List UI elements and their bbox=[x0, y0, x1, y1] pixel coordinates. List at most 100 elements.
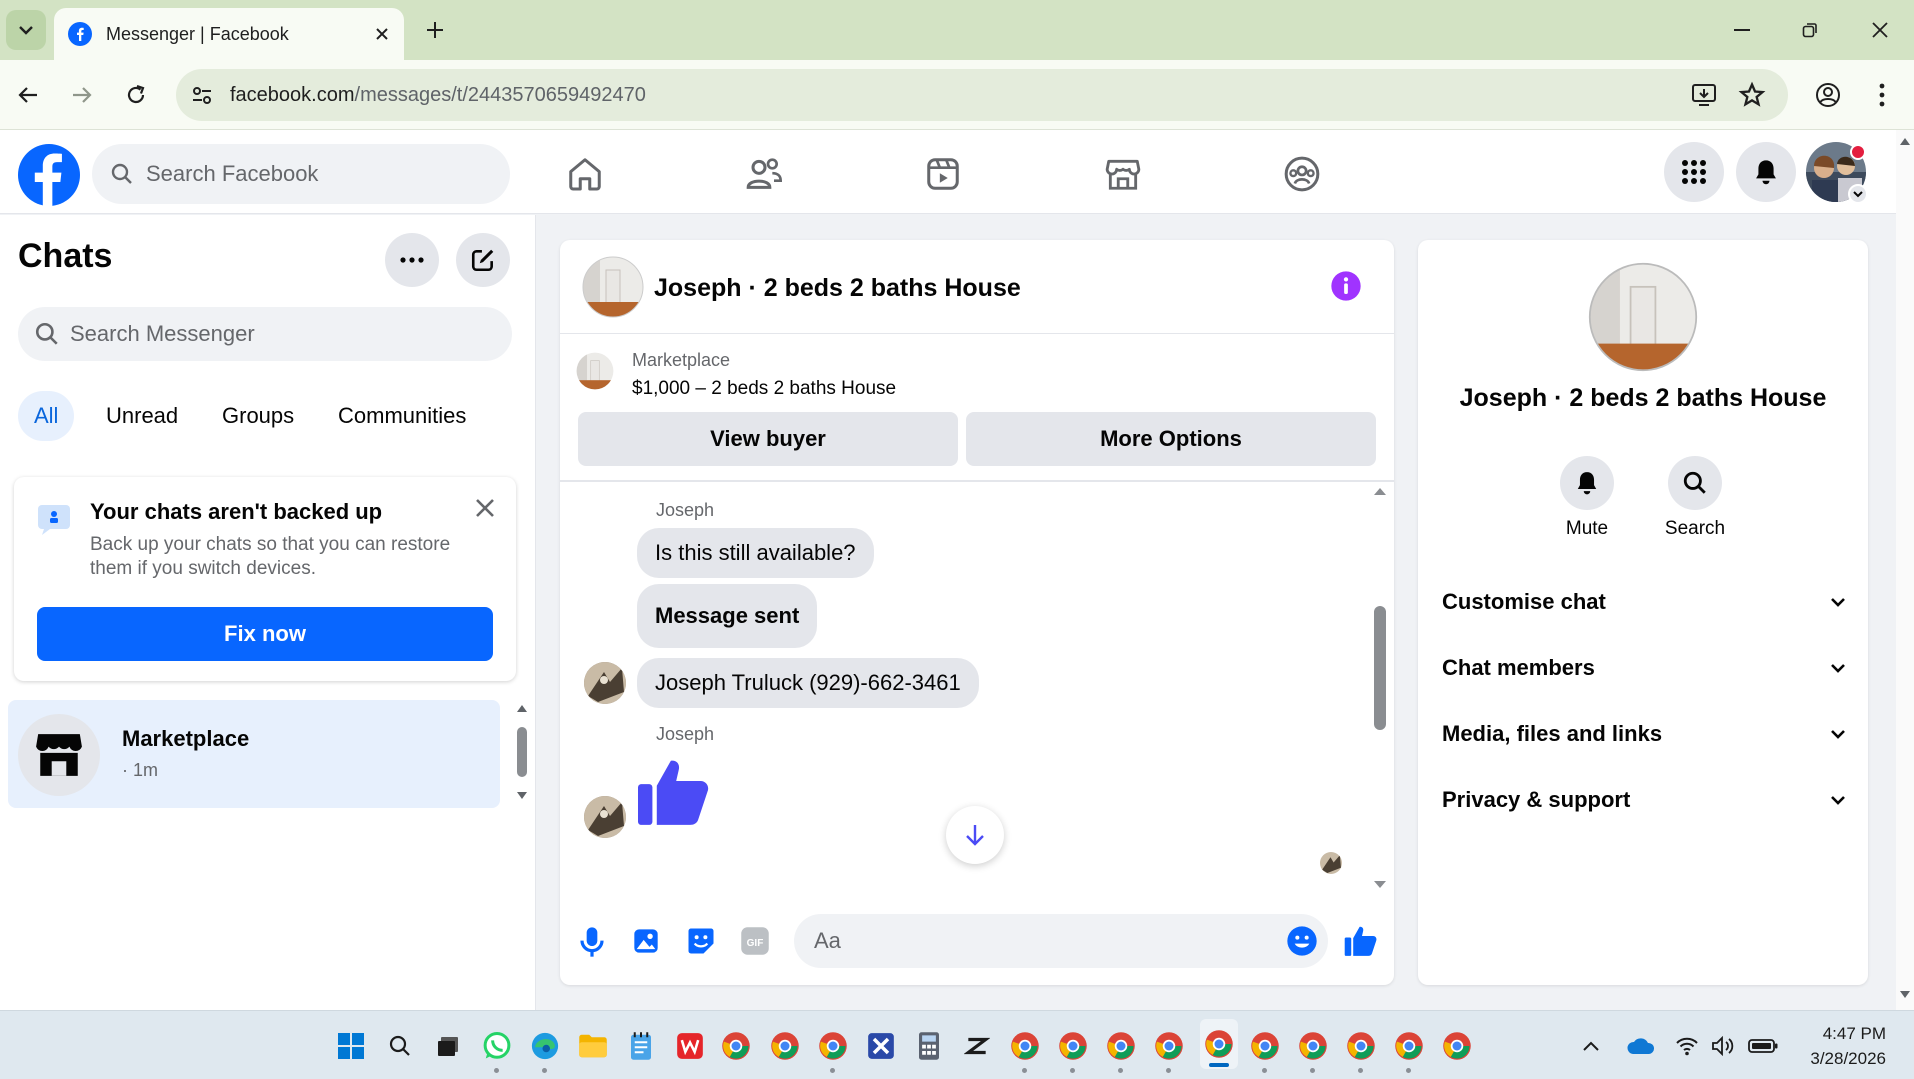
forward-button[interactable] bbox=[64, 77, 100, 113]
message-bubble[interactable]: Joseph Truluck (929)-662-3461 bbox=[637, 658, 979, 708]
taskbar-calculator[interactable] bbox=[912, 1029, 946, 1063]
page-scroll-up-icon[interactable] bbox=[1899, 136, 1911, 146]
wifi-tray[interactable] bbox=[1670, 1029, 1704, 1063]
chat-members-section[interactable]: Chat members bbox=[1442, 640, 1846, 696]
search-conversation-button[interactable] bbox=[1668, 456, 1722, 510]
onedrive-tray[interactable] bbox=[1624, 1029, 1658, 1063]
close-window-button[interactable] bbox=[1852, 12, 1908, 48]
task-view[interactable] bbox=[431, 1029, 465, 1063]
taskbar-chrome-8[interactable] bbox=[1248, 1029, 1282, 1073]
filter-unread[interactable]: Unread bbox=[90, 391, 194, 441]
sidebar-scroll-up-icon[interactable] bbox=[516, 703, 528, 713]
chats-options-button[interactable] bbox=[385, 233, 439, 287]
taskbar-edge[interactable] bbox=[528, 1029, 562, 1073]
bookmark-star-icon[interactable] bbox=[1738, 81, 1766, 109]
message-bubble[interactable]: Message sent bbox=[637, 584, 818, 648]
messenger-search-input[interactable]: Search Messenger bbox=[18, 307, 512, 361]
emoji-button[interactable] bbox=[1286, 925, 1318, 957]
details-avatar[interactable] bbox=[1588, 262, 1698, 372]
filter-groups[interactable]: Groups bbox=[206, 391, 310, 441]
sidebar-scroll-down-icon[interactable] bbox=[516, 791, 528, 801]
gif-button[interactable]: GIF bbox=[740, 926, 770, 956]
nav-video[interactable] bbox=[915, 146, 971, 202]
battery-tray[interactable] bbox=[1746, 1029, 1780, 1063]
more-options-button[interactable]: More Options bbox=[966, 412, 1376, 466]
messages-scroll-up-icon[interactable] bbox=[1373, 486, 1387, 496]
dismiss-backup-button[interactable] bbox=[474, 497, 496, 519]
taskbar-chrome-active[interactable] bbox=[1200, 1019, 1238, 1069]
fix-now-button[interactable]: Fix now bbox=[37, 607, 493, 661]
page-scrollbar[interactable] bbox=[1896, 130, 1914, 1010]
media-files-links-section[interactable]: Media, files and links bbox=[1442, 706, 1846, 762]
sticker-button[interactable] bbox=[686, 926, 716, 956]
messages-scrollbar-thumb[interactable] bbox=[1374, 606, 1386, 730]
account-avatar[interactable] bbox=[1806, 142, 1868, 204]
taskbar-chrome-7[interactable] bbox=[1152, 1029, 1186, 1073]
back-button[interactable] bbox=[10, 77, 46, 113]
mute-action[interactable]: Mute bbox=[1542, 456, 1632, 540]
taskbar-chrome-6[interactable] bbox=[1104, 1029, 1138, 1073]
system-clock[interactable]: 4:47 PM 3/28/2026 bbox=[1810, 1021, 1886, 1071]
show-hidden-icons-button[interactable] bbox=[1574, 1029, 1608, 1063]
start-button[interactable] bbox=[334, 1029, 368, 1063]
facebook-logo-icon[interactable] bbox=[18, 144, 80, 206]
taskbar-chrome-5[interactable] bbox=[1056, 1029, 1090, 1073]
search-action[interactable]: Search bbox=[1650, 456, 1740, 540]
taskbar-app-x[interactable] bbox=[864, 1029, 898, 1063]
taskbar-notepad[interactable] bbox=[624, 1029, 658, 1063]
site-info-icon[interactable] bbox=[190, 83, 214, 107]
taskbar-file-explorer[interactable] bbox=[576, 1029, 610, 1063]
close-tab-icon[interactable] bbox=[374, 26, 390, 42]
new-message-button[interactable] bbox=[456, 233, 510, 287]
tab-search-button[interactable] bbox=[6, 10, 46, 50]
sidebar-scrollbar-thumb[interactable] bbox=[517, 727, 527, 777]
notifications-button[interactable] bbox=[1736, 142, 1796, 202]
send-like-button[interactable] bbox=[1344, 924, 1378, 958]
taskbar-chrome-12[interactable] bbox=[1440, 1029, 1474, 1063]
taskbar-wps[interactable] bbox=[673, 1029, 707, 1063]
nav-marketplace[interactable] bbox=[1095, 146, 1151, 202]
minimize-window-button[interactable] bbox=[1714, 12, 1770, 48]
conversation-info-button[interactable] bbox=[1330, 270, 1362, 302]
taskbar-chrome-11[interactable] bbox=[1392, 1029, 1426, 1073]
taskbar-search[interactable] bbox=[383, 1029, 417, 1063]
address-bar[interactable]: facebook.com/messages/t/2443570659492470 bbox=[176, 69, 1788, 121]
taskbar-chrome-2[interactable] bbox=[768, 1029, 802, 1063]
filter-all[interactable]: All bbox=[18, 391, 75, 441]
mute-button[interactable] bbox=[1560, 456, 1614, 510]
nav-groups[interactable] bbox=[1274, 146, 1330, 202]
browser-menu-button[interactable] bbox=[1864, 77, 1900, 113]
taskbar-chrome-10[interactable] bbox=[1344, 1029, 1378, 1073]
filter-communities[interactable]: Communities bbox=[322, 391, 482, 441]
scroll-to-bottom-button[interactable] bbox=[946, 806, 1004, 864]
reload-button[interactable] bbox=[118, 77, 154, 113]
browser-tab-messenger[interactable]: Messenger | Facebook bbox=[54, 8, 404, 60]
chat-list-item[interactable]: Marketplace · 1m bbox=[8, 700, 500, 808]
volume-tray[interactable] bbox=[1706, 1029, 1740, 1063]
taskbar-capcut[interactable] bbox=[960, 1029, 994, 1063]
install-app-icon[interactable] bbox=[1690, 81, 1718, 109]
customise-chat-section[interactable]: Customise chat bbox=[1442, 574, 1846, 630]
messages-scroll-down-icon[interactable] bbox=[1373, 880, 1387, 890]
view-buyer-button[interactable]: View buyer bbox=[578, 412, 958, 466]
privacy-support-section[interactable]: Privacy & support bbox=[1442, 772, 1846, 828]
restore-window-button[interactable] bbox=[1782, 12, 1838, 48]
taskbar-whatsapp[interactable] bbox=[480, 1029, 514, 1073]
taskbar-chrome-1[interactable] bbox=[719, 1029, 753, 1063]
profile-button[interactable] bbox=[1810, 77, 1846, 113]
message-input[interactable]: Aa bbox=[794, 914, 1328, 968]
thumbs-up-message[interactable] bbox=[636, 756, 712, 828]
nav-home[interactable] bbox=[557, 146, 613, 202]
menu-button[interactable] bbox=[1664, 142, 1724, 202]
attach-photo-button[interactable] bbox=[632, 926, 660, 956]
nav-friends[interactable] bbox=[736, 146, 792, 202]
facebook-search-input[interactable]: Search Facebook bbox=[92, 144, 510, 204]
taskbar-chrome-9[interactable] bbox=[1296, 1029, 1330, 1073]
taskbar-chrome-4[interactable] bbox=[1008, 1029, 1042, 1073]
conversation-avatar[interactable] bbox=[582, 256, 644, 318]
new-tab-button[interactable] bbox=[420, 15, 450, 45]
page-scroll-down-icon[interactable] bbox=[1899, 990, 1911, 1000]
message-bubble[interactable]: Is this still available? bbox=[637, 528, 874, 578]
voice-clip-button[interactable] bbox=[578, 926, 606, 958]
taskbar-chrome-3[interactable] bbox=[816, 1029, 850, 1073]
